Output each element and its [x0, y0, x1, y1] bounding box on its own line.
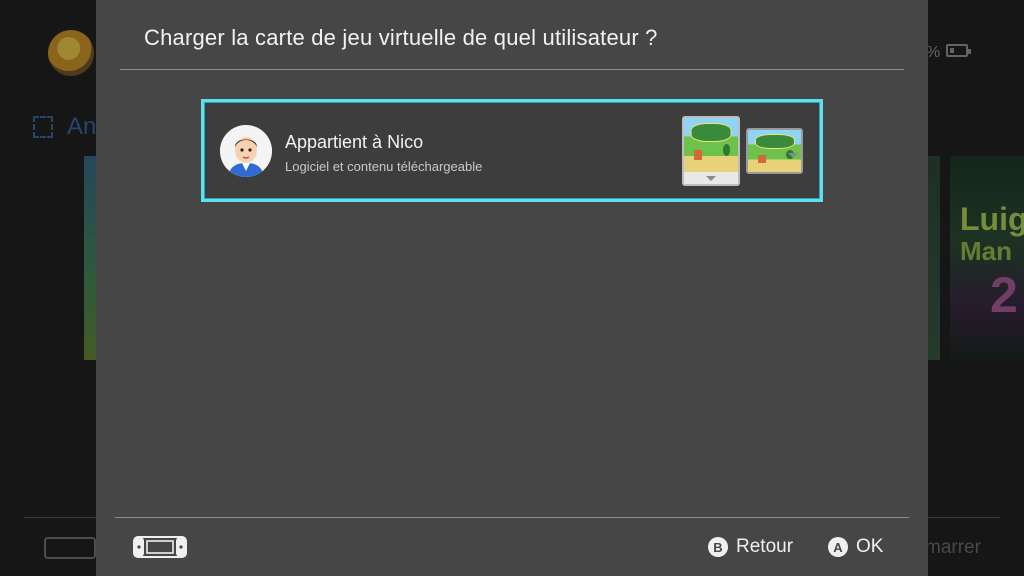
handheld-console-icon: [133, 536, 187, 558]
b-button-icon: B: [708, 537, 728, 557]
game-icon-animal-crossing-dlc: [746, 128, 803, 174]
user-card-name: Appartient à Nico: [285, 132, 424, 152]
footer-divider: [115, 517, 909, 518]
title-divider: [120, 69, 904, 70]
ok-button[interactable]: A OK: [828, 536, 883, 558]
user-card-nico[interactable]: Appartient à Nico Logiciel et contenu té…: [201, 99, 823, 202]
dialog-title: Charger la carte de jeu virtuelle de que…: [144, 25, 658, 50]
ok-label: OK: [856, 536, 884, 557]
user-card-subtitle: Logiciel et contenu téléchargeable: [285, 159, 483, 174]
mii-avatar: [220, 125, 272, 177]
game-icon-animal-crossing: [682, 116, 740, 186]
chevron-down-icon: [706, 176, 716, 181]
back-label: Retour: [736, 536, 794, 557]
back-button[interactable]: B Retour: [708, 536, 793, 558]
chevron-down-icon: [788, 153, 798, 158]
user-select-dialog: Charger la carte de jeu virtuelle de que…: [96, 0, 928, 576]
a-button-icon: A: [828, 537, 848, 557]
